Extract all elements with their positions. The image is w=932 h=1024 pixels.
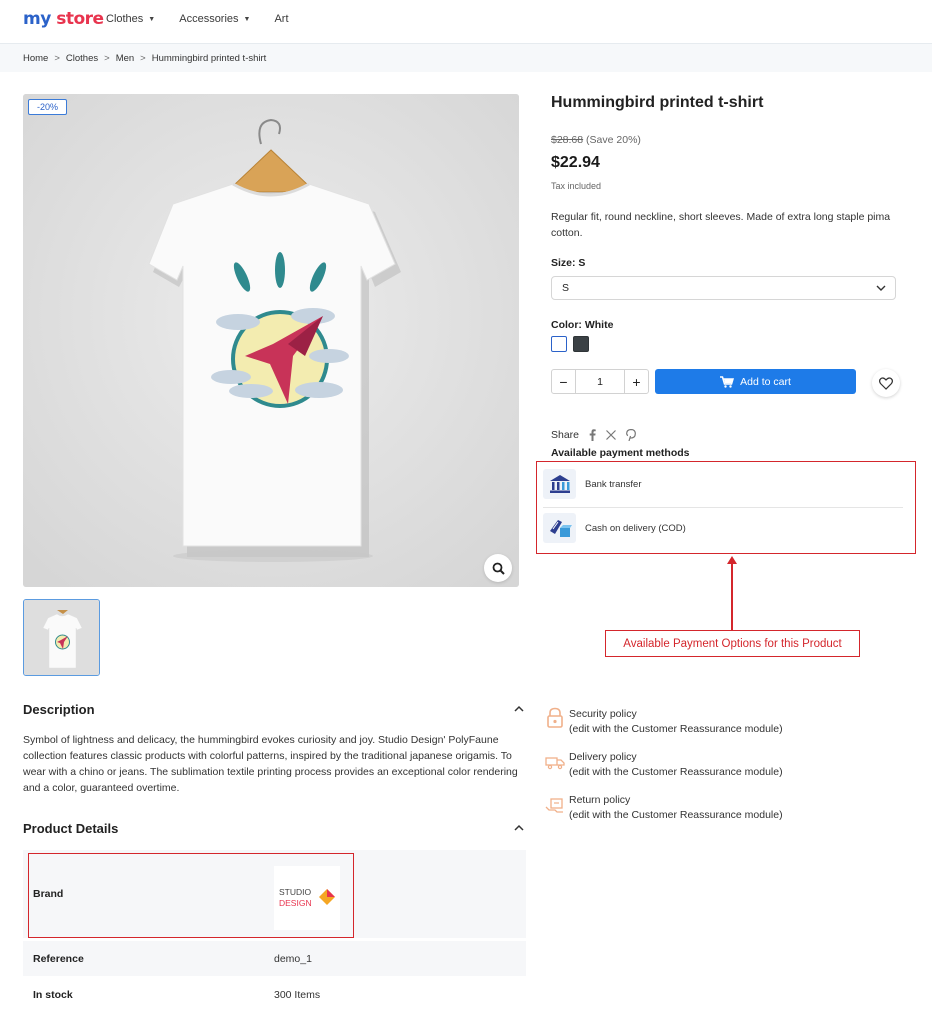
details-key: Reference bbox=[33, 952, 84, 965]
reassurance-subtitle: (edit with the Customer Reassurance modu… bbox=[569, 723, 783, 735]
color-swatch-dark[interactable] bbox=[573, 336, 589, 352]
quantity-input[interactable] bbox=[576, 370, 624, 393]
caret-down-icon: ▼ bbox=[243, 15, 251, 23]
reassurance-subtitle: (edit with the Customer Reassurance modu… bbox=[569, 766, 783, 778]
breadcrumb-separator: > bbox=[104, 53, 110, 64]
size-select-value: S bbox=[562, 282, 570, 294]
x-icon[interactable] bbox=[606, 430, 616, 440]
bank-icon bbox=[543, 469, 576, 499]
current-price: $22.94 bbox=[551, 154, 600, 171]
cart-icon bbox=[720, 375, 735, 388]
main-nav: Clothes ▼ Accessories ▼ Art bbox=[106, 13, 313, 25]
chevron-up-icon[interactable] bbox=[513, 823, 525, 836]
pinterest-icon[interactable] bbox=[626, 429, 636, 441]
caret-down-icon: ▼ bbox=[148, 15, 156, 23]
details-value: 300 Items bbox=[274, 989, 321, 1001]
payment-method-bank-transfer[interactable]: Bank transfer bbox=[543, 465, 903, 503]
payment-method-label: Cash on delivery (COD) bbox=[585, 522, 686, 534]
share-label: Share bbox=[551, 429, 580, 441]
reassurance-delivery: Delivery policy (edit with the Customer … bbox=[545, 750, 783, 780]
payment-method-cod[interactable]: Cash on delivery (COD) bbox=[543, 509, 903, 547]
logo-my-text: my bbox=[23, 9, 51, 29]
short-description: Regular fit, round neckline, short sleev… bbox=[551, 211, 891, 239]
reassurance-security: Security policy (edit with the Customer … bbox=[545, 707, 783, 737]
breadcrumb: Home > Clothes > Men > Hummingbird print… bbox=[23, 53, 266, 64]
nav-item-accessories[interactable]: Accessories ▼ bbox=[179, 13, 250, 25]
details-row-reference: Reference demo_1 bbox=[23, 938, 526, 976]
details-key: In stock bbox=[33, 989, 73, 1001]
description-title: Description bbox=[23, 702, 95, 717]
zoom-button[interactable] bbox=[484, 554, 512, 582]
product-main-image[interactable] bbox=[23, 94, 519, 587]
old-price-row: $28.68 (Save 20%) bbox=[551, 134, 641, 146]
nav-label: Clothes bbox=[106, 13, 144, 25]
color-label: Color: White bbox=[551, 319, 614, 331]
quantity-stepper: − + bbox=[551, 369, 649, 394]
reassurance-title: Delivery policy bbox=[569, 751, 637, 763]
product-thumbnail[interactable] bbox=[23, 599, 100, 676]
cash-delivery-icon bbox=[543, 513, 576, 543]
add-to-cart-button[interactable]: Add to cart bbox=[655, 369, 856, 394]
nav-label: Art bbox=[274, 13, 289, 25]
details-value: demo_1 bbox=[274, 952, 312, 965]
site-header: my store Clothes ▼ Accessories ▼ Art bbox=[0, 0, 932, 43]
store-logo[interactable]: my store bbox=[23, 9, 104, 29]
brand-highlight-box bbox=[28, 853, 354, 938]
tax-label: Tax included bbox=[551, 181, 602, 191]
save-text: (Save 20%) bbox=[586, 134, 641, 146]
add-to-cart-label: Add to cart bbox=[740, 375, 791, 388]
heart-icon bbox=[879, 376, 893, 390]
truck-icon bbox=[545, 750, 565, 774]
nav-item-art[interactable]: Art bbox=[274, 13, 288, 25]
payment-methods-title: Available payment methods bbox=[551, 447, 690, 459]
annotation-arrow-line bbox=[731, 562, 733, 631]
wishlist-button[interactable] bbox=[872, 369, 900, 397]
annotation-label: Available Payment Options for this Produ… bbox=[605, 630, 860, 657]
tshirt-thumbnail-image bbox=[24, 600, 99, 675]
lock-icon bbox=[545, 707, 565, 731]
details-row-stock: In stock 300 Items bbox=[23, 976, 526, 1014]
return-icon bbox=[545, 793, 565, 817]
reassurance-title: Security policy bbox=[569, 708, 637, 720]
quantity-increase-button[interactable]: + bbox=[624, 370, 648, 393]
breadcrumb-home[interactable]: Home bbox=[23, 53, 48, 64]
facebook-icon[interactable] bbox=[589, 429, 596, 441]
reassurance-return: Return policy (edit with the Customer Re… bbox=[545, 793, 783, 823]
discount-badge: -20% bbox=[28, 99, 67, 115]
size-select[interactable]: S bbox=[551, 276, 896, 300]
product-title: Hummingbird printed t-shirt bbox=[551, 94, 764, 111]
breadcrumb-clothes[interactable]: Clothes bbox=[66, 53, 98, 64]
breadcrumb-current: Hummingbird printed t-shirt bbox=[151, 53, 267, 64]
divider bbox=[543, 507, 903, 508]
quantity-decrease-button[interactable]: − bbox=[552, 370, 576, 393]
nav-label: Accessories bbox=[179, 13, 239, 25]
product-details-title: Product Details bbox=[23, 821, 119, 836]
search-icon bbox=[492, 562, 505, 575]
breadcrumb-bar: Home > Clothes > Men > Hummingbird print… bbox=[0, 43, 932, 72]
chevron-down-icon bbox=[876, 277, 886, 307]
description-text: Symbol of lightness and delicacy, the hu… bbox=[23, 734, 518, 794]
reassurance-title: Return policy bbox=[569, 794, 631, 806]
breadcrumb-separator: > bbox=[54, 53, 60, 64]
old-price: $28.68 bbox=[551, 134, 584, 146]
breadcrumb-separator: > bbox=[140, 53, 146, 64]
chevron-up-icon[interactable] bbox=[513, 704, 525, 717]
logo-store-text: store bbox=[56, 9, 104, 29]
tshirt-image bbox=[23, 94, 519, 587]
share-row: Share bbox=[551, 429, 636, 441]
size-label: Size: S bbox=[551, 257, 586, 269]
color-swatch-white[interactable] bbox=[551, 336, 567, 352]
nav-item-clothes[interactable]: Clothes ▼ bbox=[106, 13, 155, 25]
payment-method-label: Bank transfer bbox=[585, 478, 642, 490]
breadcrumb-men[interactable]: Men bbox=[116, 53, 134, 64]
reassurance-subtitle: (edit with the Customer Reassurance modu… bbox=[569, 809, 783, 821]
